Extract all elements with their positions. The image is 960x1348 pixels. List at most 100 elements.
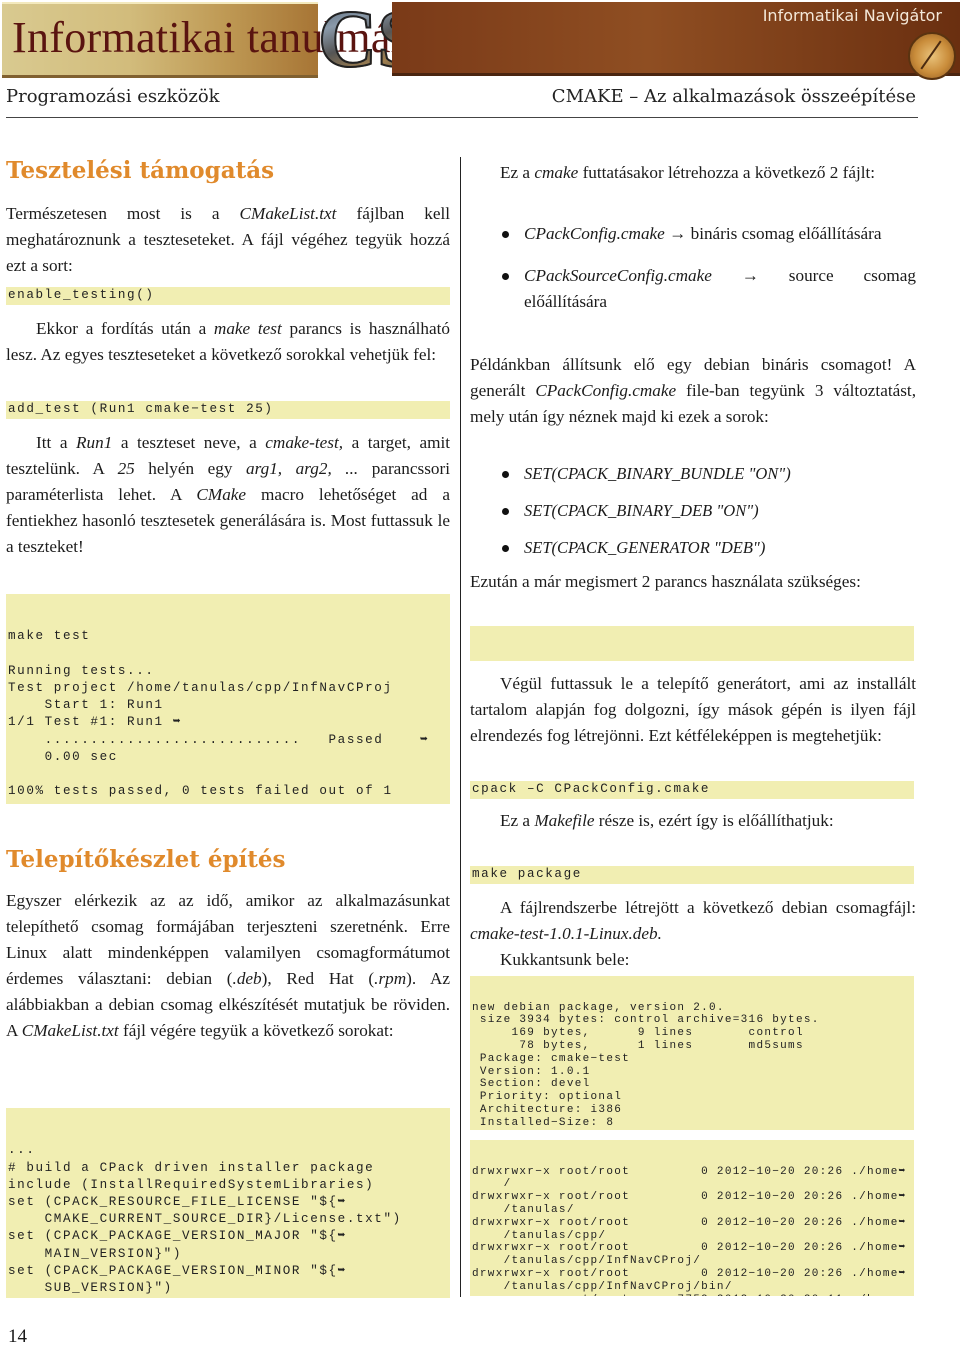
code-lines: makemake install — [472, 660, 912, 661]
code-line: drwxrwxr−x root/root 0 2012−10−20 20:26 … — [472, 1267, 907, 1280]
code-line: MAIN_VERSION}") — [8, 1246, 182, 1261]
paragraph-add-test-explanation: Itt a Run1 a teszteset neve, a cmake-tes… — [6, 430, 450, 560]
code-line: Start 1: Run1 — [8, 698, 164, 713]
code-line: drwxrwxr−x root/root 0 2012−10−20 20:26 … — [472, 1242, 907, 1255]
paragraph-makefile: Ez a Makefile része is, ezért így is elő… — [470, 808, 916, 834]
bullet-icon — [502, 508, 509, 515]
code-line: 78 bytes, 1 lines md5sums — [472, 1039, 804, 1052]
paragraph-make-test: Ekkor a fordítás után a make test paranc… — [6, 316, 450, 368]
code-deb-files: drwxrwxr−x root/root 0 2012−10−20 20:26 … — [470, 1140, 914, 1296]
code-line: new debian package, version 2.0. — [472, 1001, 725, 1014]
code-lines: drwxrwxr−x root/root 0 2012−10−20 20:26 … — [472, 1166, 912, 1296]
setting-line: SET(CPACK_GENERATOR "DEB") — [524, 538, 766, 557]
code-line: Installed−Size: 8 — [472, 1116, 615, 1129]
arrow-icon: → — [741, 266, 759, 285]
paragraph-build-commands: Ezután a már megismert 2 parancs használ… — [470, 572, 861, 591]
code-line: /tanulas/ — [472, 1203, 575, 1216]
paragraph-run-generator: Végül futtassuk le a telepítő generátort… — [470, 671, 916, 749]
cpack-settings-list: SET(CPACK_BINARY_BUNDLE "ON") SET(CPACK_… — [470, 461, 916, 561]
code-line: 1/1 Test #1: Run1 ➥ — [8, 715, 183, 730]
code-line: Running tests... — [8, 663, 155, 678]
code-lines: ... # build a CPack driven installer pack… — [8, 1142, 448, 1298]
text: Ekkor a fordítás után a — [36, 319, 214, 338]
code-line: Architecture: i386 — [472, 1103, 623, 1116]
list-item: SET(CPACK_BINARY_DEB "ON") — [470, 498, 916, 524]
file-description: bináris csomag előállítására — [690, 224, 882, 243]
code-lines: new debian package, version 2.0. size 39… — [472, 1002, 912, 1130]
code-line: Test project /home/tanulas/cpp/InfNavCPr… — [8, 681, 393, 696]
code-line: set (CPACK_PACKAGE_VERSION_MAJOR "${➥ — [8, 1229, 347, 1244]
code-line: SUB_VERSION}") — [8, 1281, 173, 1296]
bullet-icon — [502, 273, 509, 280]
text: Végül futtassuk le a telepítő generátort… — [470, 674, 916, 745]
emphasis: cmake — [534, 163, 579, 182]
magazine-name: Informatikai Navigátor — [762, 6, 942, 25]
text: a teszteset neve, a — [112, 433, 266, 452]
code-lines: make test Running tests... Test project /… — [8, 628, 448, 804]
text: A fájlrendszerbe létrejött a következő d… — [500, 898, 916, 917]
code-line: 169 bytes, 9 lines control — [472, 1027, 804, 1040]
filename-emphasis: CMakeList.txt — [239, 204, 337, 223]
running-header-right: CMAKE – Az alkalmazások összeépítése — [551, 86, 916, 107]
text: fájl végére tegyük a következő sorokat: — [118, 1021, 394, 1040]
code-line: CMAKE_CURRENT_SOURCE_DIR}/License.txt") — [8, 1212, 402, 1227]
bullet-icon — [502, 545, 509, 552]
code-line: make — [472, 660, 912, 661]
text: ), Red Hat ( — [261, 969, 375, 988]
emphasis: 25 — [117, 459, 135, 478]
paragraph-debian-example: Példánkban állítsunk elő egy debian biná… — [470, 352, 916, 430]
code-line: Section: devel — [472, 1078, 591, 1091]
code-enable-testing: enable_testing() — [6, 287, 450, 305]
paragraph-testing-intro: Természetesen most is a CMakeList.txt fá… — [6, 201, 450, 279]
code-line: 100% tests passed, 0 tests failed out of… — [8, 784, 393, 799]
code-line: −rwxr−xr−x root/root 7759 2012−10−20 20:… — [472, 1294, 912, 1296]
setting-line: SET(CPACK_BINARY_DEB "ON") — [524, 501, 759, 520]
code-line: /tanulas/cpp/ — [472, 1229, 607, 1242]
text: Ez a — [500, 163, 535, 182]
emphasis: CPackConfig.cmake — [535, 381, 677, 400]
code-make-test-output: make test Running tests... Test project /… — [6, 594, 450, 804]
code-line: ... — [8, 1143, 36, 1158]
list-item: CPackConfig.cmake → bináris csomag előál… — [470, 221, 916, 247]
emphasis: .rpm — [374, 969, 407, 988]
section-title-testing: Tesztelési támogatás — [6, 157, 275, 184]
running-header-left: Programozási eszközök — [6, 86, 220, 107]
list-item: SET(CPACK_GENERATOR "DEB") — [470, 535, 916, 561]
file-name: CPackConfig.cmake — [524, 224, 665, 243]
emphasis: Run1 — [76, 433, 113, 452]
code-cpack-c: cpack –C CPackConfig.cmake — [470, 781, 914, 799]
column-divider — [460, 157, 461, 1297]
emphasis: Makefile — [534, 811, 595, 830]
code-line: Package: cmake−test — [472, 1052, 631, 1065]
package-filename: cmake-test-1.0.1-Linux.deb. — [470, 924, 662, 943]
list-item: CPackSourceConfig.cmake → source csomag … — [470, 263, 916, 315]
masthead-banner: Informatikai tanulmányok CS Informatikai… — [0, 0, 960, 85]
header-rule — [6, 117, 918, 118]
code-line: /tanulas/cpp/InfNavCProj/bin/ — [472, 1280, 733, 1293]
text: futtatásakor létrehozza a következő 2 fá… — [578, 163, 876, 182]
setting-line: SET(CPACK_BINARY_BUNDLE "ON") — [524, 464, 791, 483]
code-line: 0.00 sec — [8, 749, 118, 764]
text: Kukkantsunk bele: — [500, 950, 630, 969]
text: helyén egy — [134, 459, 246, 478]
file-name: CPackSourceConfig.cmake — [524, 266, 712, 285]
bullet-icon — [502, 231, 509, 238]
emphasis: arg1, arg2, ... — [245, 459, 359, 478]
code-line: size 3934 bytes: control archive=316 byt… — [472, 1014, 820, 1027]
code-line: make test — [8, 629, 91, 644]
code-line: set (CPACK_RESOURCE_FILE_LICENSE "${➥ — [8, 1195, 347, 1210]
code-line: ............................ Passed ➥ — [8, 732, 430, 747]
code-line: drwxrwxr−x root/root 0 2012−10−20 20:26 … — [472, 1165, 907, 1178]
generated-files-list: CPackConfig.cmake → bináris csomag előál… — [470, 221, 916, 315]
code-add-test: add_test (Run1 cmake−test 25) — [6, 401, 450, 419]
arrow-icon: → — [669, 224, 687, 243]
code-line: # build a CPack driven installer package — [8, 1160, 375, 1175]
text: része is, ezért így is előállíthatjuk: — [594, 811, 834, 830]
paragraph-cmake-files: Ez a cmake futtatásakor létrehozza a köv… — [470, 160, 916, 186]
code-line: set(CPACK_PACKAGE_CONTACT "private") — [8, 1297, 448, 1298]
code-make-install: makemake install — [470, 626, 914, 661]
bullet-icon — [502, 471, 509, 478]
code-make-package: make package — [470, 866, 914, 884]
text: Természetesen most is a — [6, 204, 240, 223]
